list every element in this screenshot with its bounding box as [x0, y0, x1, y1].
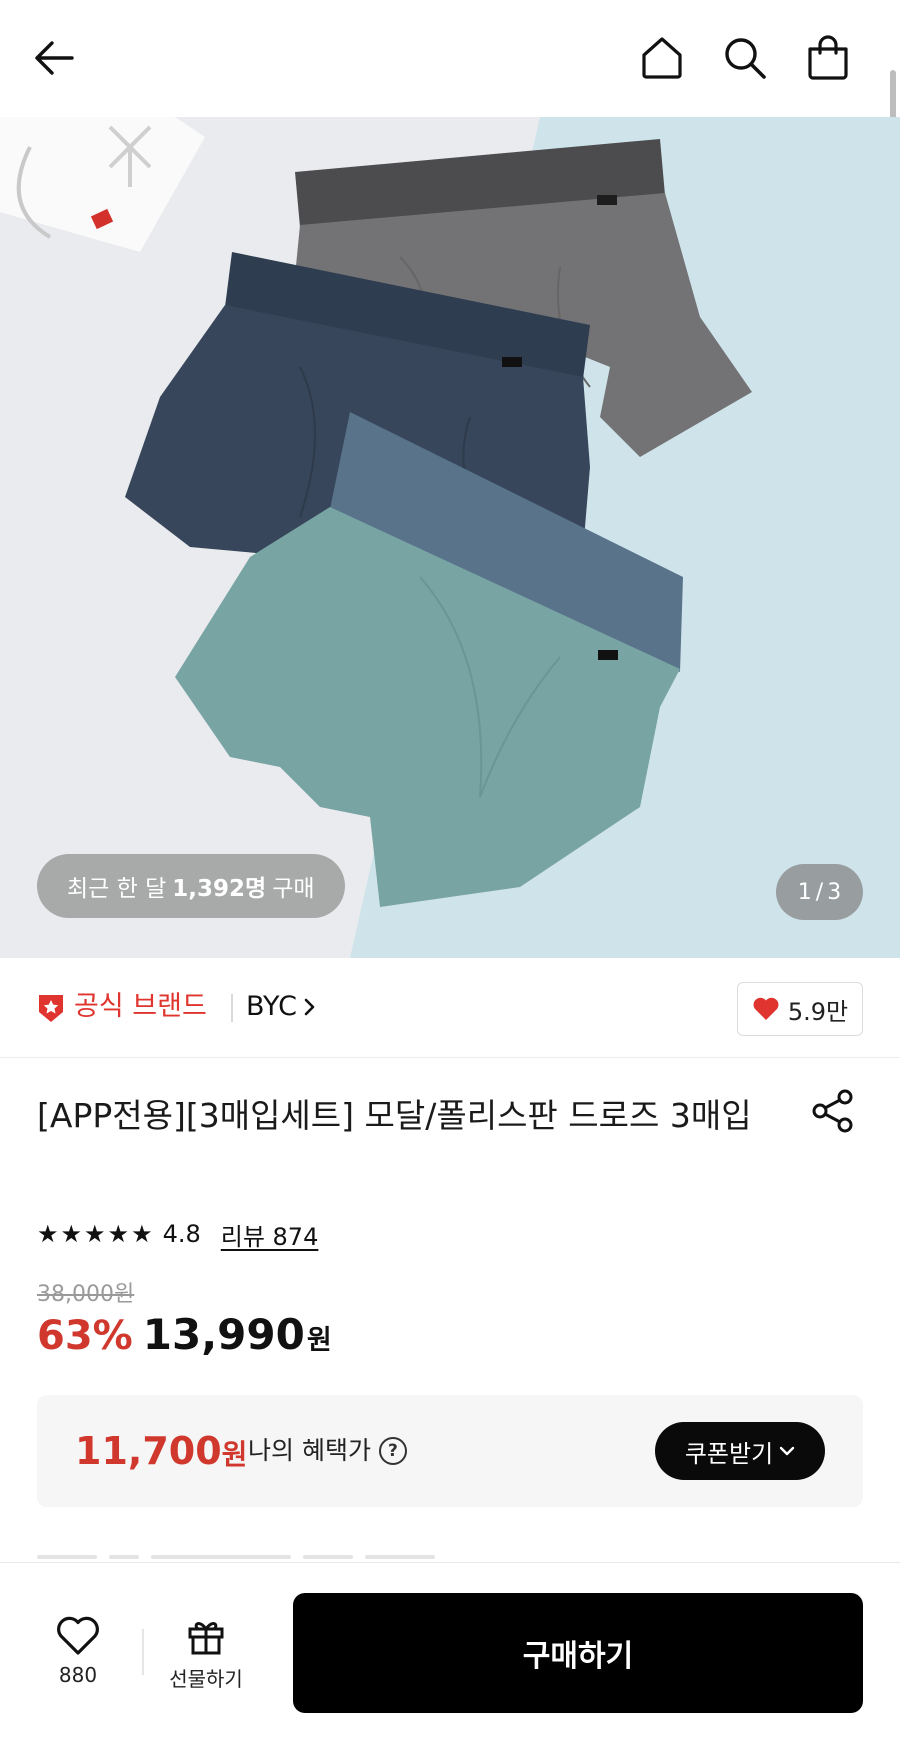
home-icon[interactable] [634, 30, 690, 86]
benefit-price-box: 11,700원 나의 혜택가 ? 쿠폰받기 [37, 1395, 863, 1507]
shopping-bag-icon[interactable] [800, 30, 856, 86]
gift-label: 선물하기 [169, 1667, 243, 1691]
chevron-down-icon [779, 1446, 795, 1456]
star-icon: ★ [107, 1220, 130, 1248]
review-link[interactable]: 리뷰 874 [221, 1217, 319, 1252]
purchase-count: 1,392명 [172, 876, 267, 902]
rating-score: 4.8 [162, 1220, 201, 1248]
recent-purchase-badge: 최근 한 달 1,392명 구매 [37, 854, 345, 918]
bottom-divider [142, 1629, 144, 1675]
bottom-action-bar: 880 선물하기 구매하기 [0, 1562, 900, 1738]
wishlist-button[interactable]: 880 [36, 1615, 120, 1699]
star-icon: ★ [84, 1220, 106, 1248]
benefit-price-currency: 원 [221, 1438, 248, 1471]
original-price: 38,000원 [37, 1282, 135, 1307]
product-title: [APP전용][3매입세트] 모달/폴리스판 드로즈 3매입 [37, 1096, 752, 1135]
heart-outline-icon [57, 1616, 99, 1655]
page-current: 1 [797, 879, 812, 905]
top-navigation [0, 0, 900, 117]
product-image-carousel[interactable]: 최근 한 달 1,392명 구매 1 / 3 [0, 117, 900, 958]
gift-icon [188, 1622, 224, 1655]
search-icon[interactable] [717, 30, 773, 86]
coupon-button-label: 쿠폰받기 [684, 1440, 774, 1468]
rating-row: ★ ★ ★ ★ ★ 4.8 리뷰 874 [37, 1216, 318, 1252]
benefit-label-group: 나의 혜택가 ? [248, 1433, 407, 1469]
official-brand-label: 공식 브랜드 [74, 991, 207, 1022]
sale-price: 13,990 [142, 1310, 305, 1359]
brand-divider [231, 994, 233, 1022]
buy-button[interactable]: 구매하기 [293, 1593, 863, 1713]
chevron-right-icon [304, 998, 315, 1016]
benefit-price: 11,700원 [75, 1428, 247, 1478]
brand-like-button[interactable]: 5.9만 [737, 982, 863, 1036]
page-separator: / [815, 879, 824, 905]
image-pager: 1 / 3 [776, 864, 863, 920]
brand-link[interactable]: BYC [246, 988, 317, 1026]
get-coupon-button[interactable]: 쿠폰받기 [655, 1422, 825, 1480]
gift-button[interactable]: 선물하기 [160, 1615, 252, 1699]
purchase-suffix: 구매 [272, 876, 315, 902]
official-badge-icon [39, 995, 63, 1022]
heart-filled-icon [753, 997, 779, 1020]
product-photo [0, 117, 900, 958]
benefit-label: 나의 혜택가 [248, 1436, 371, 1465]
brand-like-count: 5.9만 [787, 997, 849, 1026]
star-rating: ★ ★ ★ ★ ★ [37, 1222, 153, 1246]
star-icon: ★ [37, 1220, 59, 1248]
discount-rate: 63% [37, 1313, 133, 1359]
brand-name: BYC [246, 991, 297, 1022]
share-icon[interactable] [810, 1088, 856, 1134]
benefit-price-value: 11,700 [75, 1429, 222, 1473]
price-currency: 원 [306, 1325, 332, 1356]
back-arrow-icon[interactable] [26, 30, 82, 86]
info-icon[interactable]: ? [378, 1437, 407, 1465]
brand-row: 공식 브랜드 BYC 5.9만 [0, 958, 900, 1058]
star-icon: ★ [60, 1220, 83, 1248]
page-total: 3 [827, 879, 842, 905]
wishlist-count: 880 [58, 1663, 98, 1687]
star-icon: ★ [131, 1220, 153, 1248]
price-row: 63% 13,990 원 [37, 1310, 332, 1359]
purchase-prefix: 최근 한 달 [67, 876, 167, 902]
